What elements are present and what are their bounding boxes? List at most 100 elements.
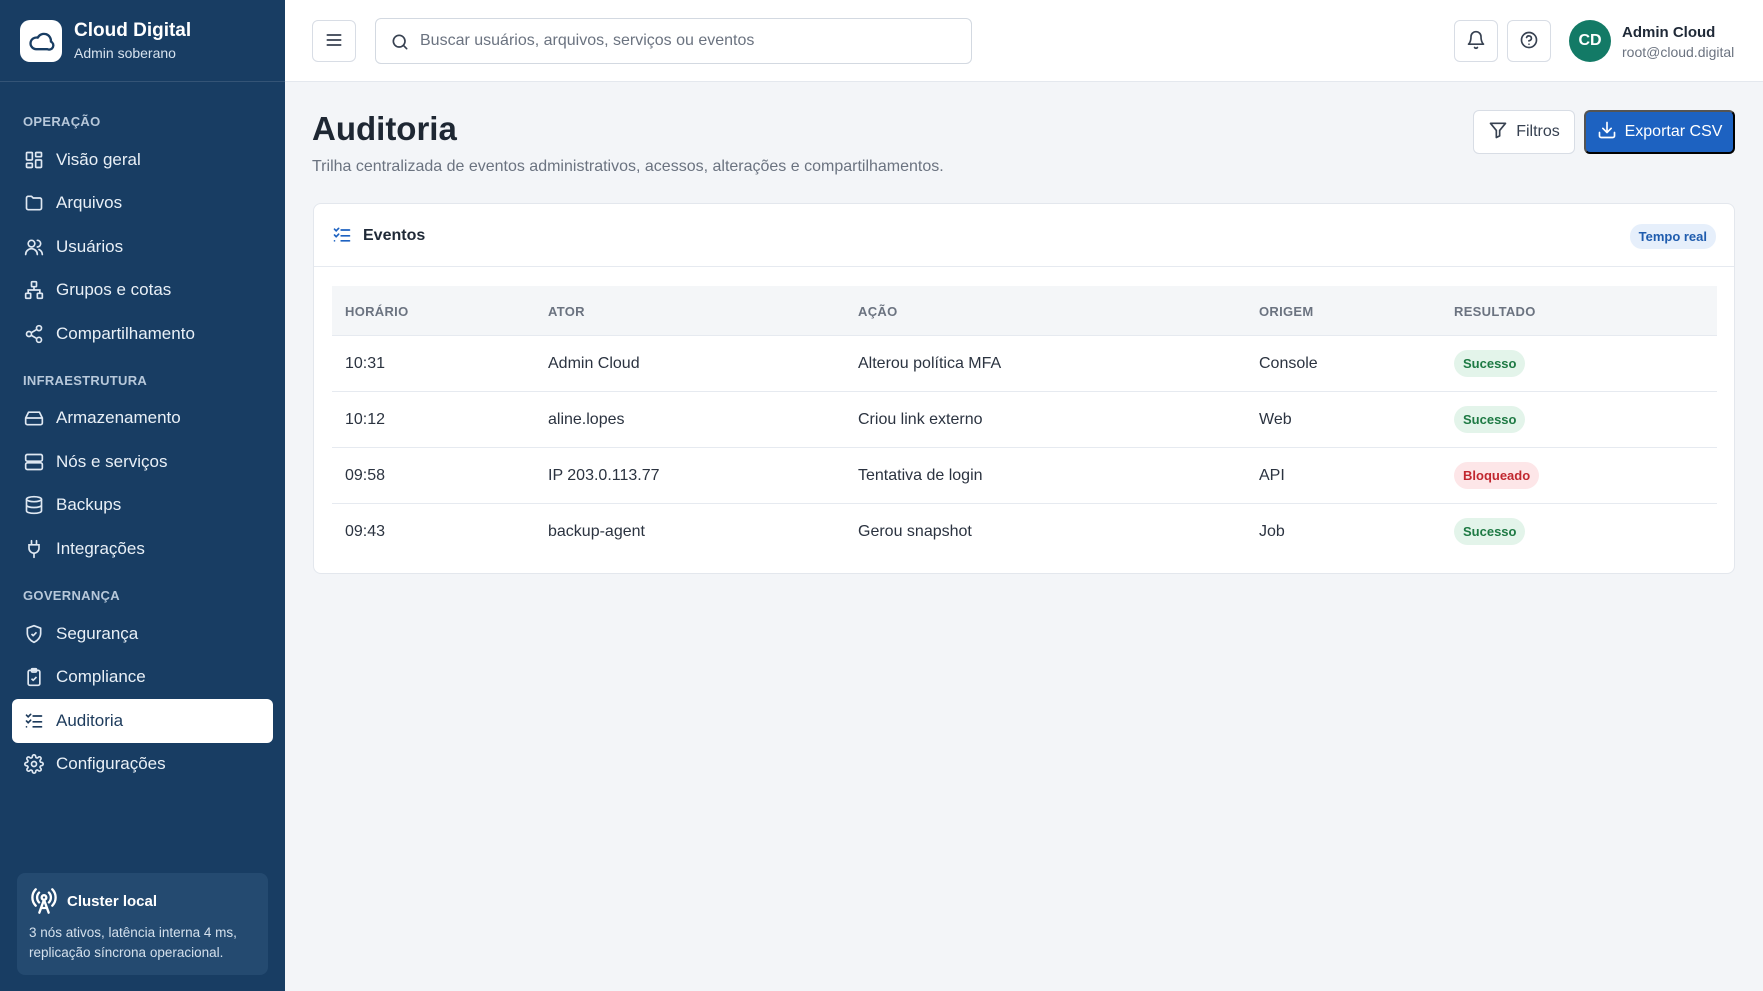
cell-actor: aline.lopes — [548, 411, 625, 428]
filters-label: Filtros — [1516, 123, 1560, 140]
cell-origin: Job — [1259, 523, 1285, 540]
table-header: HORÁRIO ATOR AÇÃO ORIGEM RESULTADO — [332, 286, 1717, 336]
sidebar-item-label: Armazenamento — [56, 408, 181, 427]
column-header-origem[interactable]: ORIGEM — [1259, 304, 1314, 319]
sidebar-item-label: Configurações — [56, 754, 166, 773]
cell-origin: Web — [1259, 411, 1292, 428]
sidebar-item-label: Integrações — [56, 539, 145, 558]
column-header-ator[interactable]: ATOR — [548, 304, 585, 319]
table-row[interactable]: 09:58 IP 203.0.113.77 Tentativa de login… — [332, 448, 1717, 504]
plug-icon — [22, 537, 46, 561]
server-icon — [22, 450, 46, 474]
sidebar-item-grupos-cotas[interactable]: Grupos e cotas — [12, 268, 273, 312]
sidebar-item-configuracoes[interactable]: Configurações — [12, 742, 273, 786]
folder-icon — [22, 191, 46, 215]
menu-toggle-button[interactable] — [312, 20, 356, 62]
sidebar-item-label: Compartilhamento — [56, 324, 195, 343]
sidebar: Cloud Digital Admin soberano OPERAÇÃO Vi… — [0, 0, 285, 991]
sidebar-item-visao-geral[interactable]: Visão geral — [12, 138, 273, 182]
cloud-logo-icon — [20, 20, 62, 62]
help-button[interactable] — [1507, 20, 1551, 62]
status-badge: Sucesso — [1454, 518, 1526, 545]
cell-time: 09:43 — [345, 523, 386, 540]
help-circle-icon — [1519, 30, 1539, 53]
cluster-title: Cluster local — [67, 893, 158, 910]
download-icon — [1597, 120, 1617, 145]
sidebar-item-usuarios[interactable]: Usuários — [12, 225, 273, 269]
list-checks-icon — [332, 225, 352, 245]
sidebar-item-seguranca[interactable]: Segurança — [12, 612, 273, 656]
cluster-description: 3 nós ativos, latência interna 4 ms, rep… — [29, 925, 237, 960]
sidebar-item-armazenamento[interactable]: Armazenamento — [12, 396, 273, 440]
events-card: Eventos Tempo real HORÁRIO ATOR AÇÃO ORI… — [313, 203, 1735, 574]
column-header-acao[interactable]: AÇÃO — [858, 304, 897, 319]
cluster-status-card: Cluster local 3 nós ativos, latência int… — [17, 873, 268, 975]
sidebar-item-label: Backups — [56, 495, 122, 514]
status-badge: Sucesso — [1454, 406, 1526, 433]
filters-button[interactable]: Filtros — [1473, 110, 1575, 154]
user-name: Admin Cloud — [1622, 24, 1716, 41]
sidebar-item-nos-servicos[interactable]: Nós e serviços — [12, 440, 273, 484]
cell-action: Tentativa de login — [858, 467, 983, 484]
clipboard-check-icon — [22, 665, 46, 689]
search-icon — [390, 32, 410, 52]
status-badge: Bloqueado — [1454, 462, 1540, 489]
status-badge: Sucesso — [1454, 350, 1526, 377]
cell-actor: Admin Cloud — [548, 355, 640, 372]
sidebar-item-label: Auditoria — [56, 711, 124, 730]
brand-subtitle: Admin soberano — [74, 45, 176, 61]
sidebar-item-arquivos[interactable]: Arquivos — [12, 181, 273, 225]
sidebar-item-label: Usuários — [56, 237, 124, 256]
hard-drive-icon — [22, 406, 46, 430]
export-csv-button[interactable]: Exportar CSV — [1584, 110, 1735, 154]
gear-icon — [22, 752, 46, 776]
sidebar-item-compliance[interactable]: Compliance — [12, 655, 273, 699]
sidebar-item-integracoes[interactable]: Integrações — [12, 527, 273, 571]
user-email: root@cloud.digital — [1622, 44, 1735, 60]
bell-icon — [1466, 30, 1486, 53]
section-title-governanca: GOVERNANÇA — [23, 588, 120, 603]
page-title: Auditoria — [312, 110, 457, 147]
table-row[interactable]: 10:12 aline.lopes Criou link externo Web… — [332, 392, 1717, 448]
section-title-infraestrutura: INFRAESTRUTURA — [23, 373, 148, 388]
users-icon — [22, 235, 46, 259]
events-card-header: Eventos Tempo real — [314, 204, 1734, 267]
column-header-horario[interactable]: HORÁRIO — [345, 304, 409, 319]
cell-actor: backup-agent — [548, 523, 645, 540]
search-input[interactable] — [420, 19, 960, 63]
cell-origin: Console — [1259, 355, 1318, 372]
table-row[interactable]: 09:43 backup-agent Gerou snapshot Job Su… — [332, 504, 1717, 560]
search-box — [375, 18, 972, 64]
cell-action: Gerou snapshot — [858, 523, 972, 540]
sidebar-item-backups[interactable]: Backups — [12, 483, 273, 527]
list-checks-icon — [22, 709, 46, 733]
shield-icon — [22, 622, 46, 646]
events-title: Eventos — [363, 227, 426, 244]
sidebar-item-label: Segurança — [56, 624, 139, 643]
cell-actor: IP 203.0.113.77 — [548, 467, 660, 484]
cell-origin: API — [1259, 467, 1285, 484]
cell-time: 09:58 — [345, 467, 386, 484]
filter-icon — [1488, 120, 1508, 145]
section-title-operacao: OPERAÇÃO — [23, 114, 101, 129]
cell-time: 10:31 — [345, 355, 386, 372]
sidebar-item-label: Visão geral — [56, 150, 141, 169]
hamburger-icon — [324, 30, 344, 53]
realtime-badge: Tempo real — [1629, 224, 1716, 249]
column-header-resultado[interactable]: RESULTADO — [1454, 304, 1536, 319]
sidebar-item-auditoria[interactable]: Auditoria — [12, 699, 273, 743]
events-table: HORÁRIO ATOR AÇÃO ORIGEM RESULTADO 10:31… — [332, 286, 1717, 560]
notifications-button[interactable] — [1454, 20, 1498, 62]
sidebar-item-label: Nós e serviços — [56, 452, 168, 471]
export-label: Exportar CSV — [1624, 123, 1723, 140]
grid-icon — [22, 148, 46, 172]
avatar[interactable]: CD — [1569, 20, 1611, 62]
hierarchy-icon — [22, 278, 46, 302]
sidebar-item-compartilhamento[interactable]: Compartilhamento — [12, 312, 273, 356]
share-icon — [22, 322, 46, 346]
cell-action: Alterou política MFA — [858, 355, 1002, 372]
table-row[interactable]: 10:31 Admin Cloud Alterou política MFA C… — [332, 336, 1717, 392]
cell-time: 10:12 — [345, 411, 386, 428]
brand: Cloud Digital Admin soberano — [0, 0, 285, 82]
sidebar-item-label: Compliance — [56, 667, 146, 686]
